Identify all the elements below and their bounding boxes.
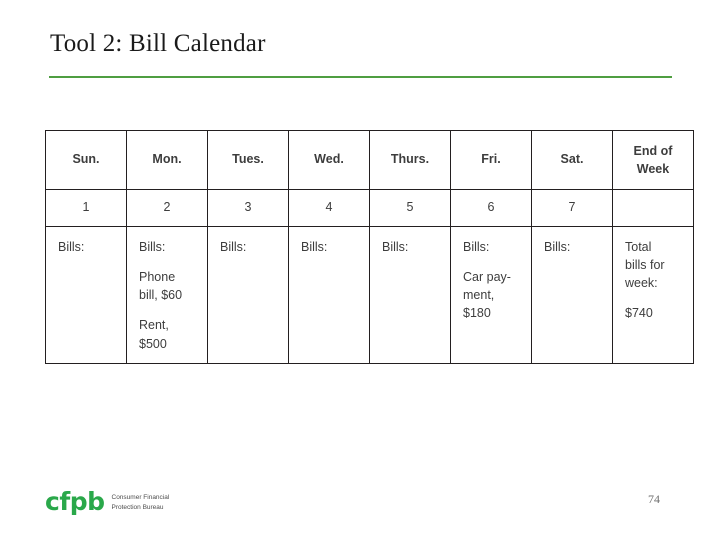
bills-entry-mon-1-line2: bill, $60 (139, 288, 183, 303)
day-number-cell-mon: 2 (126, 189, 208, 227)
weekly-total-label: Total bills for week: (625, 238, 683, 292)
bills-label-wed: Bills: (301, 240, 328, 254)
weekly-total-label-line2: bills for (625, 258, 665, 273)
cfpb-wordmark: cfpb (45, 486, 105, 516)
cfpb-logo-subtext: Consumer Financial Protection Bureau (112, 490, 170, 513)
header-cell-sun: Sun. (45, 130, 127, 190)
header-label-sat: Sat. (560, 152, 584, 166)
header-label-mon: Mon. (152, 152, 182, 166)
header-cell-wed: Wed. (288, 130, 370, 190)
bills-cell-wed: Bills: (288, 226, 370, 364)
header-label-sun: Sun. (72, 152, 100, 166)
bills-entry-fri-1-line1: Car pay- (463, 270, 511, 285)
bills-label-sat: Bills: (544, 240, 571, 254)
header-cell-mon: Mon. (126, 130, 208, 190)
day-number-end-of-week (613, 190, 693, 200)
cfpb-logo-subtext-line2: Protection Bureau (111, 503, 164, 511)
bills-entry-mon-2-line1: Rent, (139, 318, 169, 333)
bills-entry-mon-1-line1: Phone (139, 270, 176, 285)
bills-label-thurs: Bills: (382, 240, 409, 254)
day-number-cell-sun: 1 (45, 189, 127, 227)
bills-cell-mon: Bills: Phone bill, $60 Rent, $500 (126, 226, 208, 364)
header-label-thurs: Thurs. (390, 152, 430, 166)
header-label-wed: Wed. (314, 152, 344, 166)
bills-entry-fri-1-line3: $180 (463, 306, 491, 321)
header-label-fri: Fri. (481, 152, 501, 166)
bills-content-sun: Bills: (46, 227, 126, 266)
header-label-end-of-week: End of Week (613, 131, 693, 178)
cfpb-logo-subtext-line1: Consumer Financial (111, 493, 170, 501)
bills-entry-mon-1: Phone bill, $60 (139, 268, 197, 304)
day-number-tues: 3 (244, 200, 252, 214)
bills-label-sun: Bills: (58, 240, 85, 254)
bills-label-tues: Bills: (220, 240, 247, 254)
day-number-cell-thurs: 5 (369, 189, 451, 227)
bills-content-end-of-week: Total bills for week: $740 (613, 227, 693, 333)
bills-entry-fri-1: Car pay- ment, $180 (463, 268, 521, 322)
bills-cell-fri: Bills: Car pay- ment, $180 (450, 226, 532, 364)
bills-entry-mon-2: Rent, $500 (139, 316, 197, 352)
bills-entry-fri-1-line2: ment, (463, 288, 495, 303)
bills-cell-sat: Bills: (531, 226, 613, 364)
day-number-mon: 2 (163, 200, 171, 214)
page-number: 74 (648, 492, 660, 506)
header-label-end-of-week-line2: Week (636, 161, 670, 176)
bills-label-mon: Bills: (139, 240, 166, 254)
header-cell-fri: Fri. (450, 130, 532, 190)
day-number-cell-sat: 7 (531, 189, 613, 227)
day-number-cell-tues: 3 (207, 189, 289, 227)
bills-content-thurs: Bills: (370, 227, 450, 266)
day-number-cell-end-of-week (612, 189, 694, 227)
weekly-total-label-line3: week: (625, 276, 658, 291)
header-label-end-of-week-line1: End of (633, 144, 673, 158)
bills-cell-thurs: Bills: (369, 226, 451, 364)
day-number-sat: 7 (568, 200, 576, 214)
slide: Tool 2: Bill Calendar Sun. Mon. Tues. We… (0, 0, 720, 540)
bills-content-tues: Bills: (208, 227, 288, 266)
bill-calendar-table: Sun. Mon. Tues. Wed. Thurs. Fri. Sat. En… (45, 130, 694, 364)
day-number-cell-fri: 6 (450, 189, 532, 227)
calendar-bills-row: Bills: Bills: Phone bill, $60 Rent, $500 (45, 226, 694, 364)
header-cell-sat: Sat. (531, 130, 613, 190)
header-cell-tues: Tues. (207, 130, 289, 190)
page-title: Tool 2: Bill Calendar (50, 30, 266, 57)
bills-cell-tues: Bills: (207, 226, 289, 364)
bills-content-sat: Bills: (532, 227, 612, 266)
header-label-tues: Tues. (232, 152, 264, 166)
weekly-total-amount: $740 (625, 306, 653, 321)
bills-content-wed: Bills: (289, 227, 369, 266)
header-cell-thurs: Thurs. (369, 130, 451, 190)
bills-cell-sun: Bills: (45, 226, 127, 364)
calendar-header-row: Sun. Mon. Tues. Wed. Thurs. Fri. Sat. En… (45, 130, 694, 190)
bills-cell-end-of-week: Total bills for week: $740 (612, 226, 694, 364)
bills-label-fri: Bills: (463, 240, 490, 254)
day-number-thurs: 5 (406, 200, 414, 214)
bills-entry-mon-2-line2: $500 (139, 336, 167, 351)
bills-content-fri: Bills: Car pay- ment, $180 (451, 227, 531, 333)
bills-content-mon: Bills: Phone bill, $60 Rent, $500 (127, 227, 207, 363)
day-number-sun: 1 (82, 200, 90, 214)
weekly-total-label-line1: Total (625, 240, 652, 254)
day-number-fri: 6 (487, 200, 495, 214)
day-number-wed: 4 (325, 200, 333, 214)
title-underline-rule (49, 76, 672, 78)
day-number-cell-wed: 4 (288, 189, 370, 227)
header-cell-end-of-week: End of Week (612, 130, 694, 190)
calendar-day-number-row: 1 2 3 4 5 6 7 (45, 189, 694, 227)
cfpb-logo: cfpb Consumer Financial Protection Burea… (45, 487, 169, 515)
